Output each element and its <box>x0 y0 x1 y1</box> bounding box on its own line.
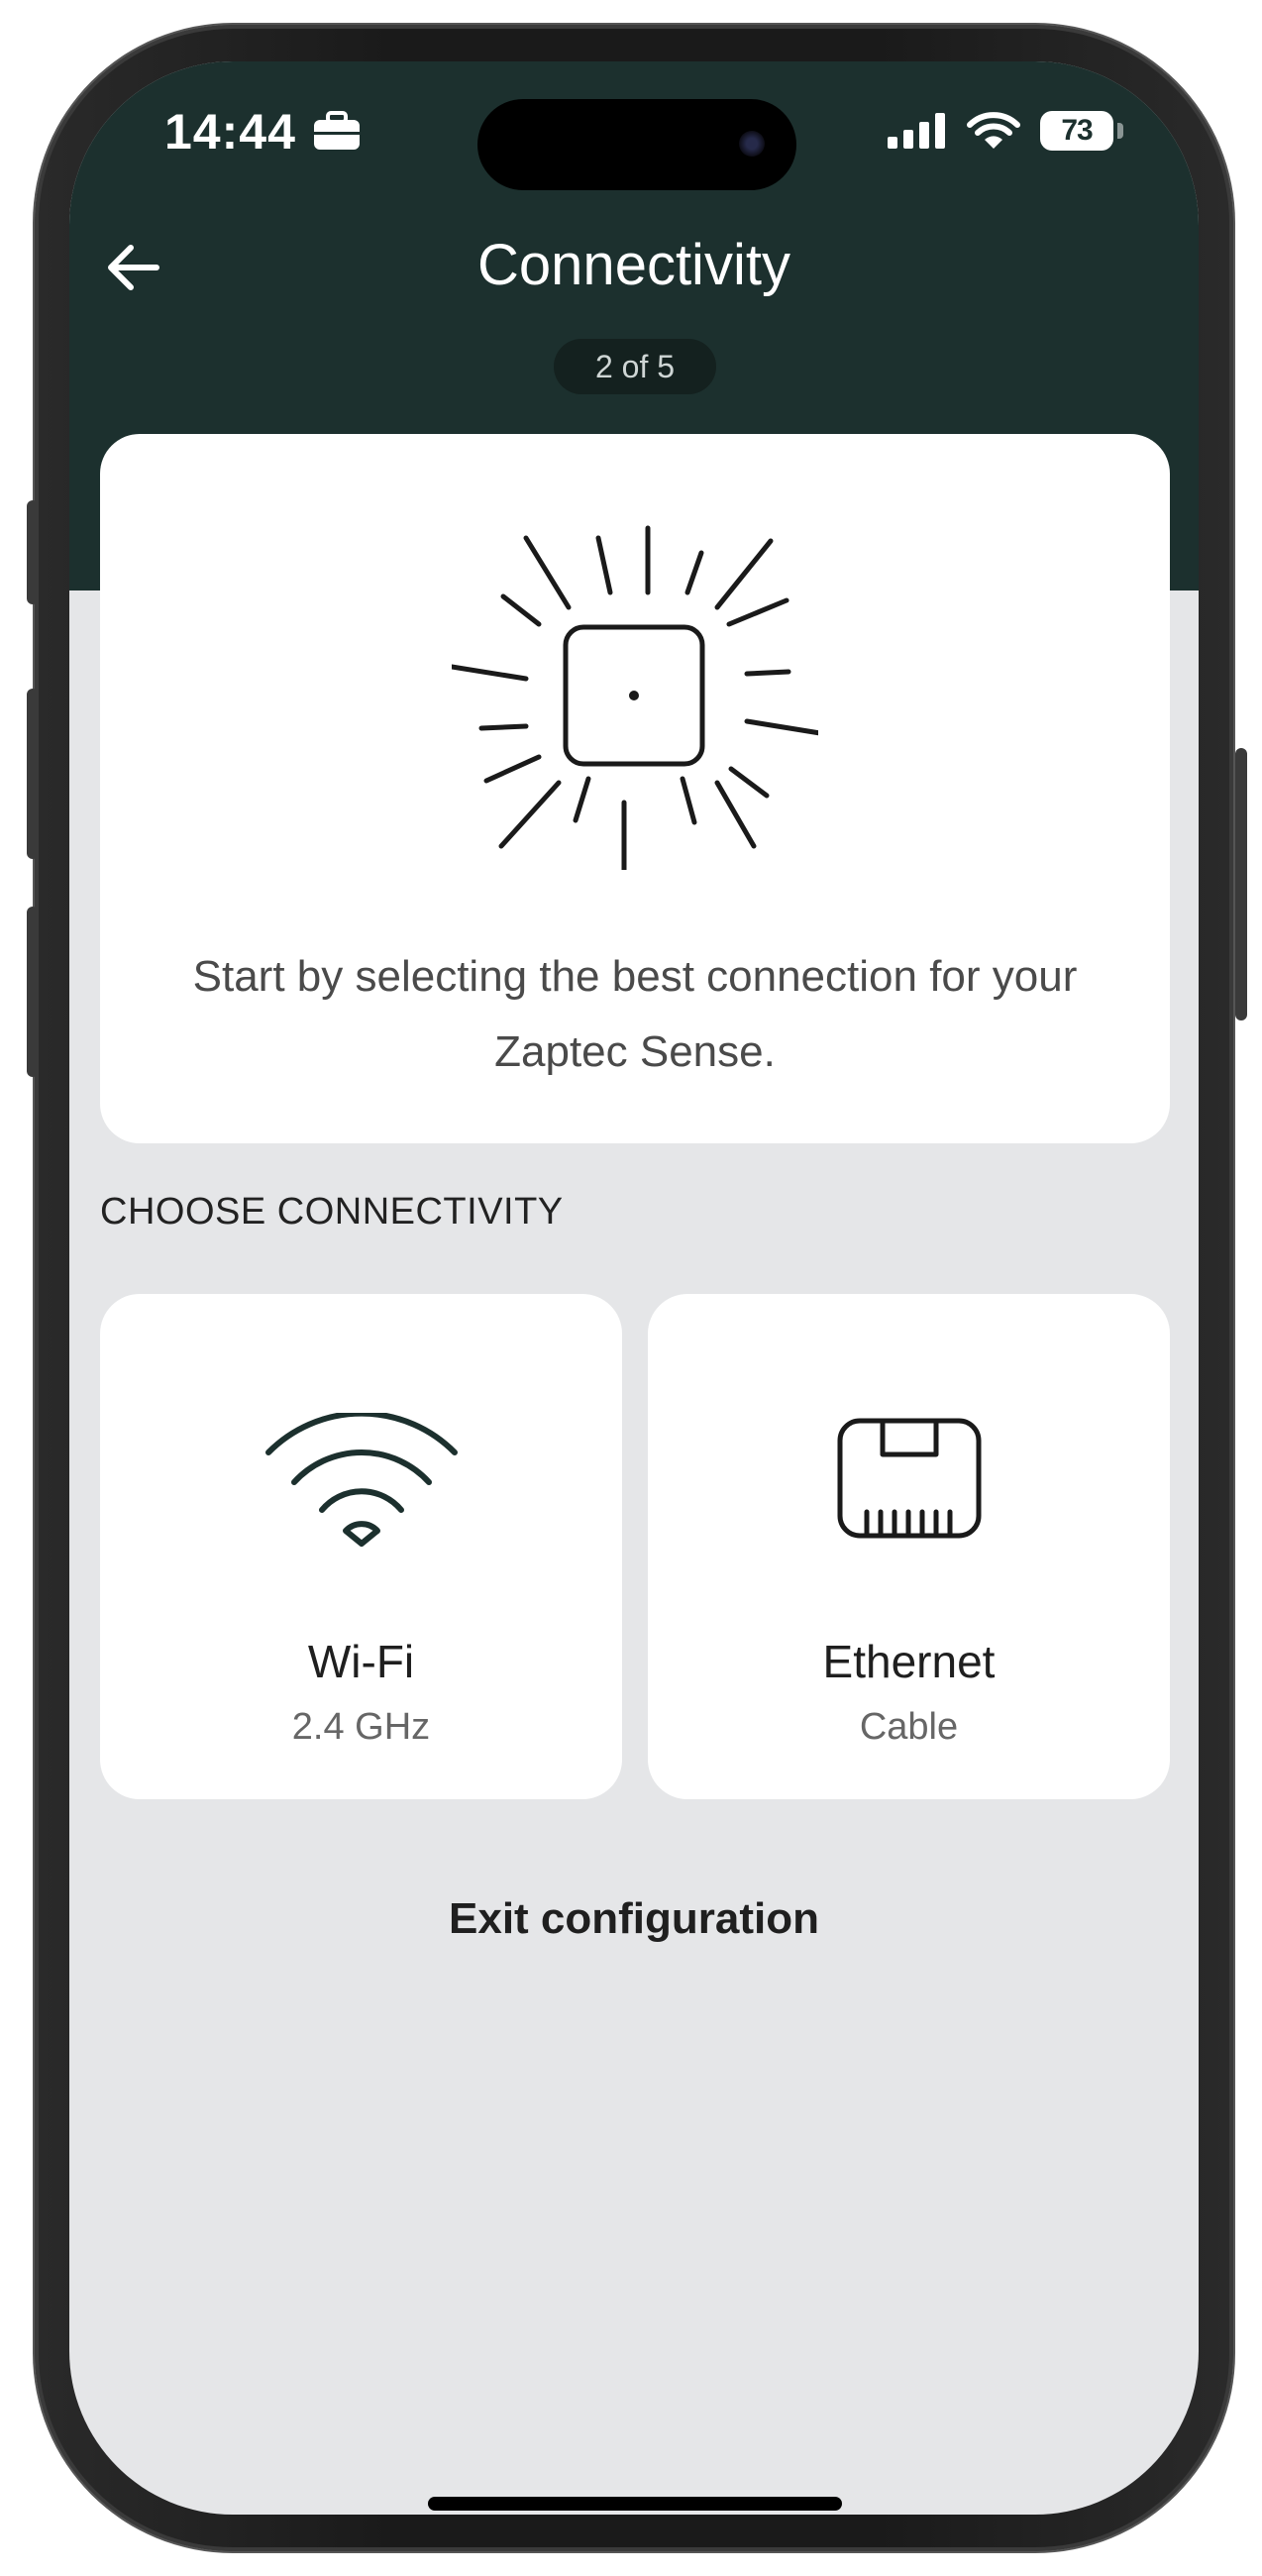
intro-text: Start by selecting the best connection f… <box>192 952 1078 1076</box>
wifi-icon <box>264 1413 458 1547</box>
wifi-option-title: Wi-Fi <box>307 1636 415 1687</box>
ethernet-option-subtitle: Cable <box>859 1706 959 1748</box>
section-label: CHOOSE CONNECTIVITY <box>100 1191 564 1233</box>
home-indicator[interactable] <box>428 2497 842 2511</box>
step-indicator: 2 of 5 <box>554 339 716 394</box>
wifi-option-card[interactable]: Wi-Fi 2.4 GHz <box>100 1294 622 1799</box>
ethernet-option-card[interactable]: Ethernet Cable <box>648 1294 1170 1799</box>
battery-tip <box>1117 123 1123 139</box>
action-button <box>27 500 39 604</box>
wifi-icon <box>967 112 1020 149</box>
intro-card: Start by selecting the best connection f… <box>100 434 1170 1143</box>
exit-configuration-button[interactable]: Exit configuration <box>69 1894 1199 1944</box>
battery-icon: 73 <box>1040 111 1113 151</box>
front-camera <box>739 131 765 157</box>
wifi-option-subtitle: 2.4 GHz <box>291 1706 431 1748</box>
screen: 14:44 73 Connectivity 2 of 5 Start by se… <box>69 61 1199 2515</box>
ethernet-option-title: Ethernet <box>822 1636 996 1687</box>
status-time: 14:44 <box>164 104 296 160</box>
briefcase-icon <box>314 111 360 150</box>
sun-burst-device-icon <box>452 525 818 870</box>
power-button <box>1235 748 1247 1020</box>
volume-up-button <box>27 689 39 859</box>
ethernet-port-icon <box>837 1418 981 1539</box>
volume-down-button <box>27 907 39 1077</box>
page-title: Connectivity <box>477 233 790 297</box>
cellular-signal-icon <box>888 113 945 149</box>
